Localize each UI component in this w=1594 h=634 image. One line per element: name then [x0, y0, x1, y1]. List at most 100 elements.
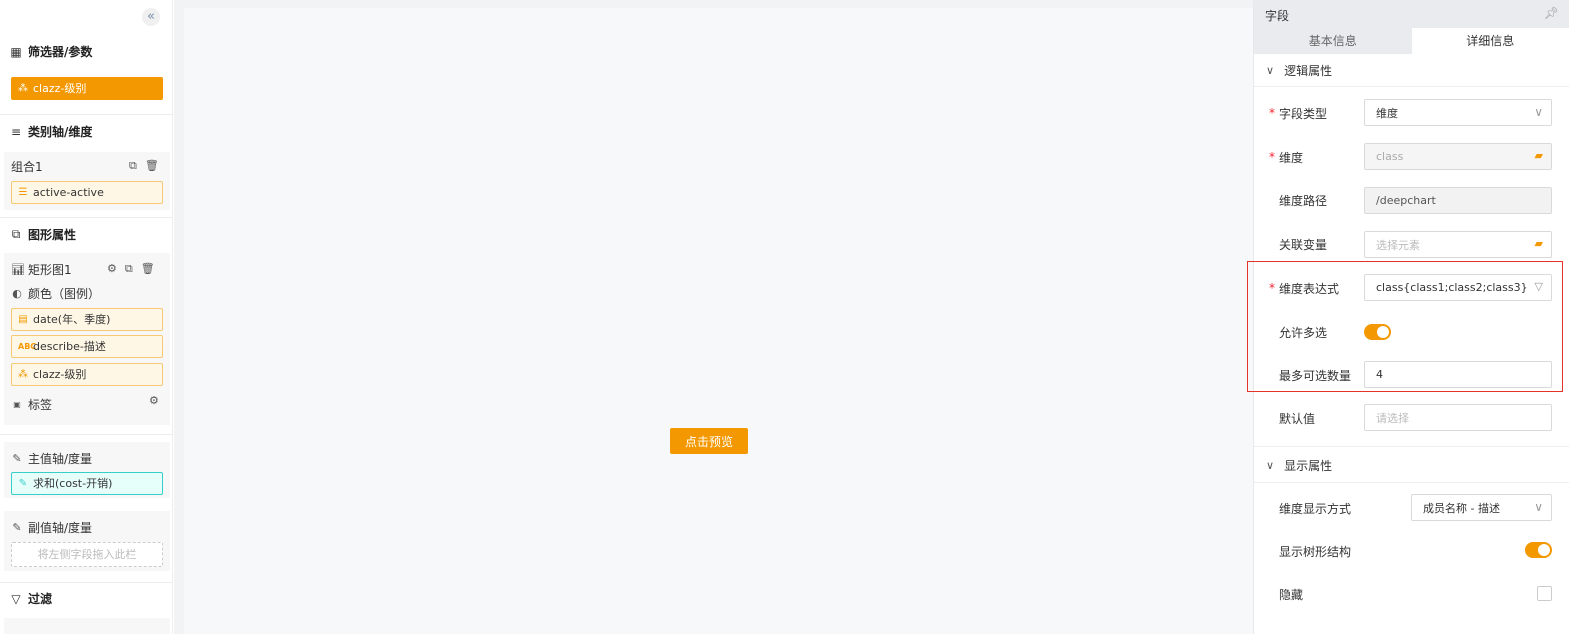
measure-icon: ✎	[12, 521, 22, 534]
list-icon: ☰	[18, 187, 28, 198]
section-category: ≡ 类别轴/维度	[10, 123, 92, 140]
panel-title: 字段	[1265, 9, 1290, 23]
dimension-field[interactable]: class ▰	[1364, 143, 1552, 170]
collapse-panel-icon[interactable]: «	[142, 8, 160, 26]
tab-detail-info[interactable]: 详细信息	[1411, 28, 1569, 54]
field-type-select[interactable]: 维度 ∨	[1364, 99, 1552, 126]
color-label: ◐ 颜色（图例）	[11, 285, 100, 302]
linked-var-placeholder: 选择元素	[1376, 238, 1420, 252]
divider	[0, 582, 172, 583]
primary-axis-label: ✎ 主值轴/度量	[11, 450, 92, 467]
linked-var-label: 关联变量	[1279, 238, 1328, 252]
color-pill[interactable]: ABC describe-描述	[11, 335, 163, 358]
dim-display-value: 成员名称 - 描述	[1423, 501, 1500, 515]
color-pill-label: describe-描述	[33, 340, 106, 353]
calendar-icon: ▤	[18, 314, 28, 325]
tag-actions: ⚙	[149, 394, 159, 407]
default-label: 默认值	[1279, 412, 1316, 426]
divider	[0, 114, 172, 115]
folder-icon[interactable]: ▰	[1535, 237, 1543, 250]
dim-display-select[interactable]: 成员名称 - 描述 ∨	[1411, 494, 1552, 521]
chevron-down-icon: ∨	[1534, 105, 1543, 119]
chevron-down-icon: ∨	[1266, 64, 1275, 77]
section-filters: ▦ 筛选器/参数	[10, 43, 92, 60]
table-icon: ▦	[10, 44, 22, 59]
tag-label-text: 标签	[28, 398, 53, 412]
divider	[1254, 446, 1569, 447]
combo-actions: ⧉ 🗑︎	[129, 159, 159, 173]
hidden-checkbox[interactable]	[1537, 586, 1552, 601]
show-tree-toggle[interactable]	[1525, 542, 1552, 558]
display-group-header[interactable]: ∨ 显示属性	[1266, 457, 1332, 474]
folder-icon[interactable]: ▰	[1535, 149, 1543, 162]
hierarchy-icon: ⁂	[18, 369, 28, 380]
hierarchy-icon: ⁂	[18, 83, 28, 94]
divider	[0, 434, 172, 435]
palette-icon: ◐	[12, 287, 22, 300]
primary-pill-label: 求和(cost-开销)	[33, 477, 113, 490]
chart-label-text: 矩形图1	[28, 263, 72, 277]
tag-label: ▣ 标签	[11, 396, 52, 413]
section-graphic: ⧉ 图形属性	[10, 226, 76, 243]
canvas-area	[174, 0, 1253, 634]
secondary-axis-text: 副值轴/度量	[28, 521, 93, 535]
tag-icon: ▣	[13, 400, 21, 409]
hidden-label: 隐藏	[1279, 588, 1304, 602]
default-select[interactable]: 请选择	[1364, 404, 1552, 431]
field-type-label: 字段类型	[1279, 107, 1328, 121]
divider	[1254, 86, 1569, 87]
color-label-text: 颜色（图例）	[28, 287, 101, 301]
tab-basic-info[interactable]: 基本信息	[1254, 28, 1412, 54]
filter-pill[interactable]: ⁂ clazz-级别	[11, 77, 163, 100]
section-filter: ▽ 过滤	[10, 590, 52, 607]
gear-icon[interactable]: ⚙	[149, 394, 159, 407]
panel-header: 字段 📌︎	[1254, 0, 1569, 28]
dimension-value: class	[1376, 150, 1404, 163]
dim-path-label: 维度路径	[1279, 194, 1328, 208]
chart-label: 📊︎ 矩形图1	[11, 261, 72, 278]
tab-bar: 基本信息 详细信息	[1254, 28, 1569, 54]
color-pill-label: date(年、季度)	[33, 313, 111, 326]
bar-chart-icon: 📊︎	[11, 263, 25, 276]
copy-icon[interactable]: ⧉	[129, 159, 137, 173]
dim-path-value: /deepchart	[1376, 194, 1436, 207]
section-category-title: 类别轴/维度	[28, 125, 93, 139]
color-pill[interactable]: ▤ date(年、季度)	[11, 308, 163, 331]
chevron-down-icon: ∨	[1534, 500, 1543, 514]
dim-path-field: /deepchart	[1364, 187, 1552, 214]
color-pill-label: clazz-级别	[33, 368, 87, 381]
combo-pill-label: active-active	[33, 186, 104, 199]
linked-var-field[interactable]: 选择元素 ▰	[1364, 231, 1552, 258]
show-tree-label: 显示树形结构	[1279, 545, 1352, 559]
section-filter-title: 过滤	[28, 592, 53, 606]
left-panel: « ▦ 筛选器/参数 ⁂ clazz-级别 ≡ 类别轴/维度 组合1 ⧉ 🗑︎ …	[0, 0, 173, 634]
color-pill[interactable]: ⁂ clazz-级别	[11, 363, 163, 386]
display-group-title: 显示属性	[1284, 459, 1333, 473]
shapes-icon: ⧉	[11, 227, 21, 241]
pin-icon[interactable]: 📌︎	[1544, 6, 1559, 20]
copy-icon[interactable]: ⧉	[125, 262, 133, 276]
combo-pill[interactable]: ☰ active-active	[11, 181, 163, 204]
delete-icon[interactable]: 🗑︎	[145, 159, 159, 173]
secondary-dropzone[interactable]: 将左侧字段拖入此栏	[11, 542, 163, 567]
abc-icon: ABC	[18, 342, 37, 351]
funnel-icon: ▽	[11, 591, 21, 606]
filter-pill-label: clazz-级别	[33, 82, 87, 95]
primary-axis-text: 主值轴/度量	[28, 452, 93, 466]
gear-icon[interactable]: ⚙	[107, 262, 117, 276]
required-mark: *	[1269, 150, 1275, 164]
combo-label: 组合1	[11, 158, 43, 175]
logic-group-title: 逻辑属性	[1284, 64, 1333, 78]
highlight-box	[1247, 261, 1563, 392]
preview-button[interactable]: 点击预览	[670, 428, 748, 454]
default-placeholder: 请选择	[1376, 411, 1409, 425]
field-type-value: 维度	[1376, 106, 1398, 120]
logic-group-header[interactable]: ∨ 逻辑属性	[1266, 62, 1332, 79]
required-mark: *	[1269, 106, 1275, 120]
primary-pill[interactable]: ✎ 求和(cost-开销)	[11, 472, 163, 495]
divider	[1254, 482, 1569, 483]
divider	[0, 217, 172, 218]
combo-label-text: 组合1	[11, 160, 43, 174]
delete-icon[interactable]: 🗑︎	[141, 262, 155, 276]
chart-actions: ⚙ ⧉ 🗑︎	[107, 262, 155, 276]
